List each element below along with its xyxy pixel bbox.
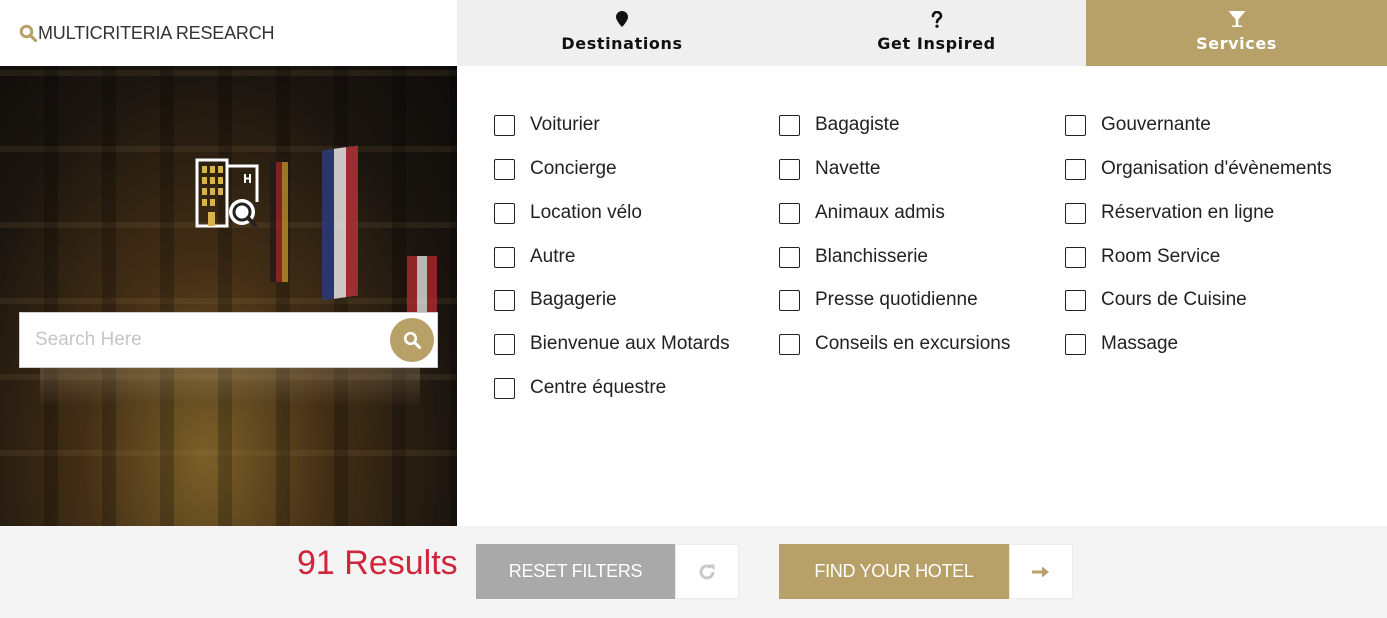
map-marker-icon xyxy=(616,9,628,29)
checkbox[interactable] xyxy=(494,158,515,180)
option-label: Voiturier xyxy=(530,114,600,135)
option-label: Animaux admis xyxy=(815,202,945,223)
reset-filters-label: RESET FILTERS xyxy=(508,561,643,581)
service-option-cours-de-cuisine[interactable]: Cours de Cuisine xyxy=(1065,288,1247,312)
find-your-hotel-button[interactable]: FIND YOUR HOTEL xyxy=(779,544,1009,599)
service-option-concierge[interactable]: Concierge xyxy=(494,157,617,181)
search-icon xyxy=(403,331,421,349)
search-icon xyxy=(19,24,37,42)
checkbox[interactable] xyxy=(779,333,800,355)
service-option-gouvernante[interactable]: Gouvernante xyxy=(1065,113,1211,137)
brand-header: MULTICRITERIA RESEARCH xyxy=(0,0,457,66)
results-count: 91 Results xyxy=(297,544,458,582)
option-label: Bagagerie xyxy=(530,289,617,310)
checkbox[interactable] xyxy=(494,202,515,224)
checkbox[interactable] xyxy=(1065,202,1086,224)
option-label: Centre équestre xyxy=(530,377,667,398)
service-option-centre-equestre[interactable]: Centre équestre xyxy=(494,376,666,400)
service-option-blanchisserie[interactable]: Blanchisserie xyxy=(779,245,928,269)
checkbox[interactable] xyxy=(1065,246,1086,268)
service-option-organisation-evenements[interactable]: Organisation d'évènements xyxy=(1065,157,1332,181)
service-option-voiturier[interactable]: Voiturier xyxy=(494,113,600,137)
tab-label: Services xyxy=(1196,34,1277,53)
reset-filters-button[interactable]: RESET FILTERS xyxy=(476,544,675,599)
flag-decoration xyxy=(322,145,358,301)
service-option-reservation-en-ligne[interactable]: Réservation en ligne xyxy=(1065,201,1274,225)
cocktail-glass-icon xyxy=(1228,9,1246,29)
search-box xyxy=(19,312,438,368)
brand-title: MULTICRITERIA RESEARCH xyxy=(38,22,275,43)
service-option-animaux-admis[interactable]: Animaux admis xyxy=(779,201,945,225)
checkbox[interactable] xyxy=(779,158,800,180)
checkbox[interactable] xyxy=(494,246,515,268)
service-option-location-velo[interactable]: Location vélo xyxy=(494,201,642,225)
service-option-room-service[interactable]: Room Service xyxy=(1065,245,1220,269)
option-label: Gouvernante xyxy=(1101,114,1211,135)
service-option-autre[interactable]: Autre xyxy=(494,245,575,269)
option-label: Blanchisserie xyxy=(815,246,928,267)
checkbox[interactable] xyxy=(779,289,800,311)
hero-image xyxy=(0,66,457,526)
option-label: Location vélo xyxy=(530,202,642,223)
checkbox[interactable] xyxy=(779,202,800,224)
tab-services[interactable]: Services xyxy=(1086,0,1387,66)
option-label: Room Service xyxy=(1101,246,1221,267)
checkbox[interactable] xyxy=(494,377,515,399)
go-arrow-button[interactable] xyxy=(1009,544,1073,599)
service-option-bienvenue-motards[interactable]: Bienvenue aux Motards xyxy=(494,332,730,356)
tab-bar: Destinations Get Inspired Services xyxy=(457,0,1387,66)
option-label: Autre xyxy=(530,246,576,267)
option-label: Presse quotidienne xyxy=(815,289,978,310)
arrow-right-icon xyxy=(1032,566,1049,577)
flag-decoration xyxy=(270,162,288,282)
checkbox[interactable] xyxy=(1065,333,1086,355)
service-option-bagagiste[interactable]: Bagagiste xyxy=(779,113,900,137)
option-label: Organisation d'évènements xyxy=(1101,158,1332,179)
checkbox[interactable] xyxy=(1065,114,1086,136)
checkbox[interactable] xyxy=(494,333,515,355)
tab-destinations[interactable]: Destinations xyxy=(457,0,787,66)
option-label: Bienvenue aux Motards xyxy=(530,333,730,354)
services-options-panel: Voiturier Concierge Location vélo Autre … xyxy=(457,66,1387,526)
checkbox[interactable] xyxy=(1065,158,1086,180)
option-label: Navette xyxy=(815,158,881,179)
option-label: Réservation en ligne xyxy=(1101,202,1275,223)
option-label: Cours de Cuisine xyxy=(1101,289,1247,310)
tab-label: Destinations xyxy=(561,34,683,53)
results-footer: 91 Results RESET FILTERS FIND YOUR HOTEL xyxy=(0,526,1387,618)
refresh-icon xyxy=(699,563,715,579)
checkbox[interactable] xyxy=(1065,289,1086,311)
service-option-massage[interactable]: Massage xyxy=(1065,332,1178,356)
service-option-presse-quotidienne[interactable]: Presse quotidienne xyxy=(779,288,978,312)
option-label: Conseils en excursions xyxy=(815,333,1011,354)
option-label: Concierge xyxy=(530,158,617,179)
service-option-bagagerie[interactable]: Bagagerie xyxy=(494,288,617,312)
option-label: Massage xyxy=(1101,333,1179,354)
checkbox[interactable] xyxy=(779,114,800,136)
checkbox[interactable] xyxy=(494,114,515,136)
checkbox[interactable] xyxy=(779,246,800,268)
refresh-button[interactable] xyxy=(675,544,739,599)
question-icon xyxy=(931,9,943,29)
tab-get-inspired[interactable]: Get Inspired xyxy=(787,0,1086,66)
service-option-conseils-excursions[interactable]: Conseils en excursions xyxy=(779,332,1010,356)
service-option-navette[interactable]: Navette xyxy=(779,157,880,181)
option-label: Bagagiste xyxy=(815,114,900,135)
checkbox[interactable] xyxy=(494,289,515,311)
hotel-search-icon xyxy=(195,158,259,228)
search-button[interactable] xyxy=(390,318,434,362)
tab-label: Get Inspired xyxy=(877,34,996,53)
search-input[interactable] xyxy=(20,313,380,367)
find-your-hotel-label: FIND YOUR HOTEL xyxy=(814,561,974,581)
